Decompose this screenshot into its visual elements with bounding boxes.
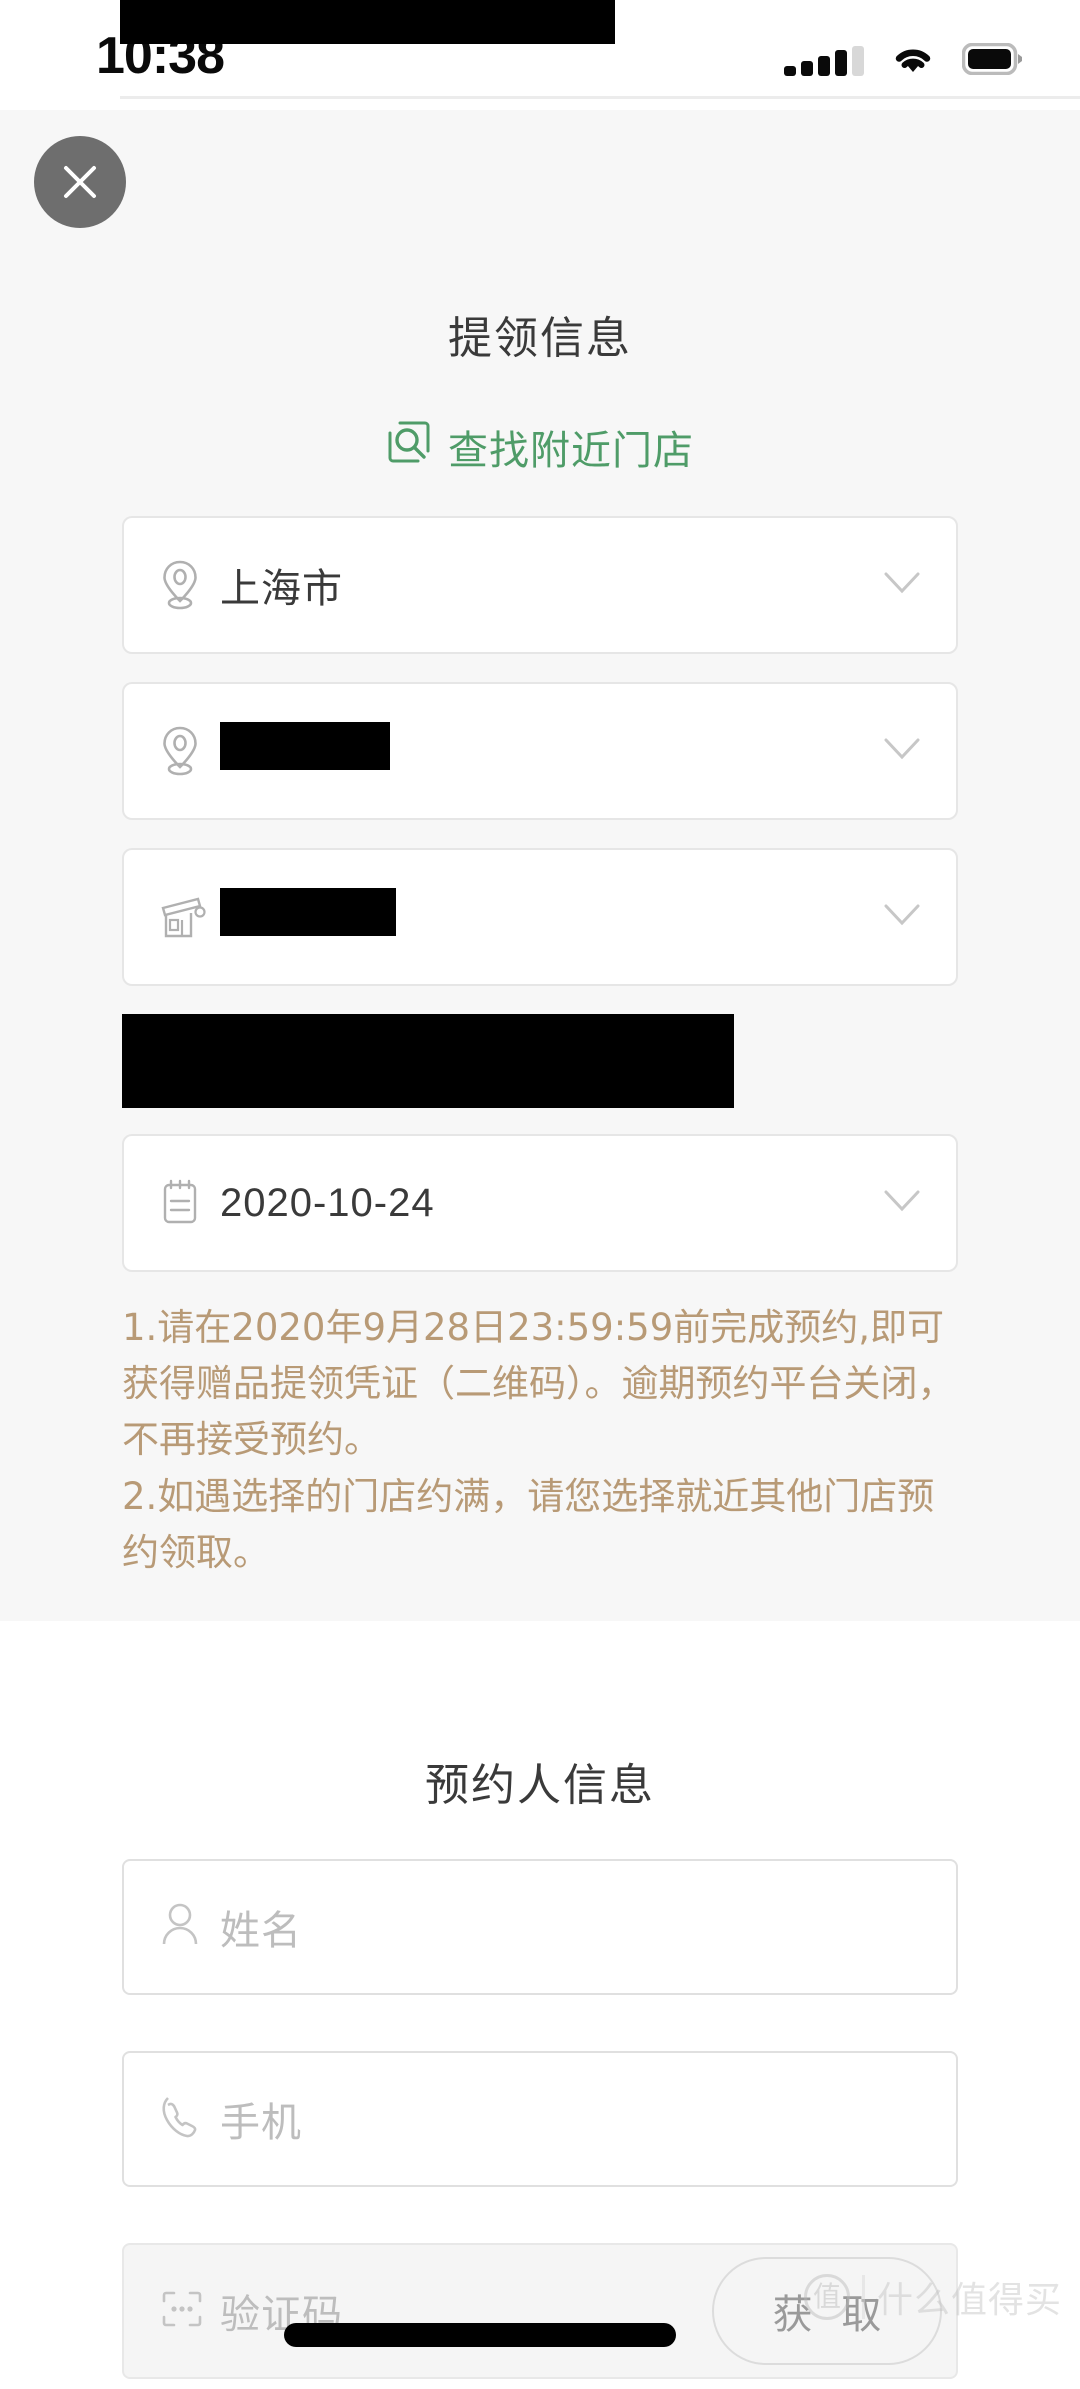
address-redaction <box>122 1014 734 1108</box>
watermark-divider <box>861 2275 865 2319</box>
chevron-down-icon <box>882 902 922 932</box>
location-pin-icon <box>158 559 220 611</box>
city-value: 上海市 <box>220 567 343 611</box>
page-title: 提领信息 <box>448 313 632 364</box>
watermark: 值 什么值得买 <box>803 2271 1062 2323</box>
date-dropdown[interactable]: 2020-10-24 <box>122 1134 958 1272</box>
status-bar-divider <box>120 96 1080 99</box>
watermark-text: 什么值得买 <box>876 2280 1062 2321</box>
notice-text: 1.请在2020年9月28日23:59:59前完成预约,即可获得赠品提领凭证（二… <box>0 1300 1080 1581</box>
chevron-down-icon <box>882 1188 922 1218</box>
chevron-down-icon <box>882 570 922 600</box>
code-box-icon <box>158 2287 220 2335</box>
person-icon <box>158 1900 220 1954</box>
booker-title: 预约人信息 <box>425 1760 655 1812</box>
notice-line-1: 1.请在2020年9月28日23:59:59前完成预约,即可获得赠品提领凭证（二… <box>122 1306 955 1462</box>
status-bar-icons <box>784 42 1024 80</box>
district-value <box>220 722 882 780</box>
signal-bars-icon <box>784 46 864 76</box>
verification-code-redaction <box>284 2323 676 2348</box>
phone-placeholder: 手机 <box>220 2100 302 2147</box>
find-nearby-store-label: 查找附近门店 <box>448 428 694 474</box>
date-value: 2020-10-24 <box>220 1180 435 1225</box>
close-button[interactable] <box>34 136 126 228</box>
city-dropdown[interactable]: 上海市 <box>122 516 958 654</box>
storefront-icon <box>158 893 220 941</box>
search-box-icon <box>386 419 432 475</box>
location-pin-icon <box>158 725 220 777</box>
name-field[interactable]: 姓名 <box>122 1859 958 1996</box>
pickup-info-panel: 提领信息 查找附近门店 上海市 2020-10-24 1.请在2020年9月28… <box>0 110 1080 1622</box>
find-nearby-store-link[interactable]: 查找附近门店 <box>0 418 1080 476</box>
store-redaction <box>220 888 396 936</box>
store-value <box>220 888 882 946</box>
pickup-fields: 上海市 2020-10-24 <box>0 516 1080 1272</box>
battery-icon <box>961 42 1024 79</box>
calendar-icon <box>158 1177 220 1229</box>
wifi-icon <box>890 42 936 80</box>
phone-icon <box>158 2092 220 2146</box>
status-bar-redaction <box>120 0 615 44</box>
district-redaction <box>220 722 390 770</box>
smzdm-logo-icon: 值 <box>803 2274 850 2320</box>
notice-line-2: 2.如遇选择的门店约满，请您选择就近其他门店预约领取。 <box>122 1474 935 1574</box>
district-dropdown[interactable] <box>122 682 958 820</box>
close-icon <box>55 157 105 207</box>
status-bar: 10:38 <box>0 0 1080 110</box>
chevron-down-icon <box>882 736 922 766</box>
phone-field[interactable]: 手机 <box>122 2051 958 2188</box>
name-placeholder: 姓名 <box>220 1908 302 1955</box>
store-dropdown[interactable] <box>122 848 958 986</box>
